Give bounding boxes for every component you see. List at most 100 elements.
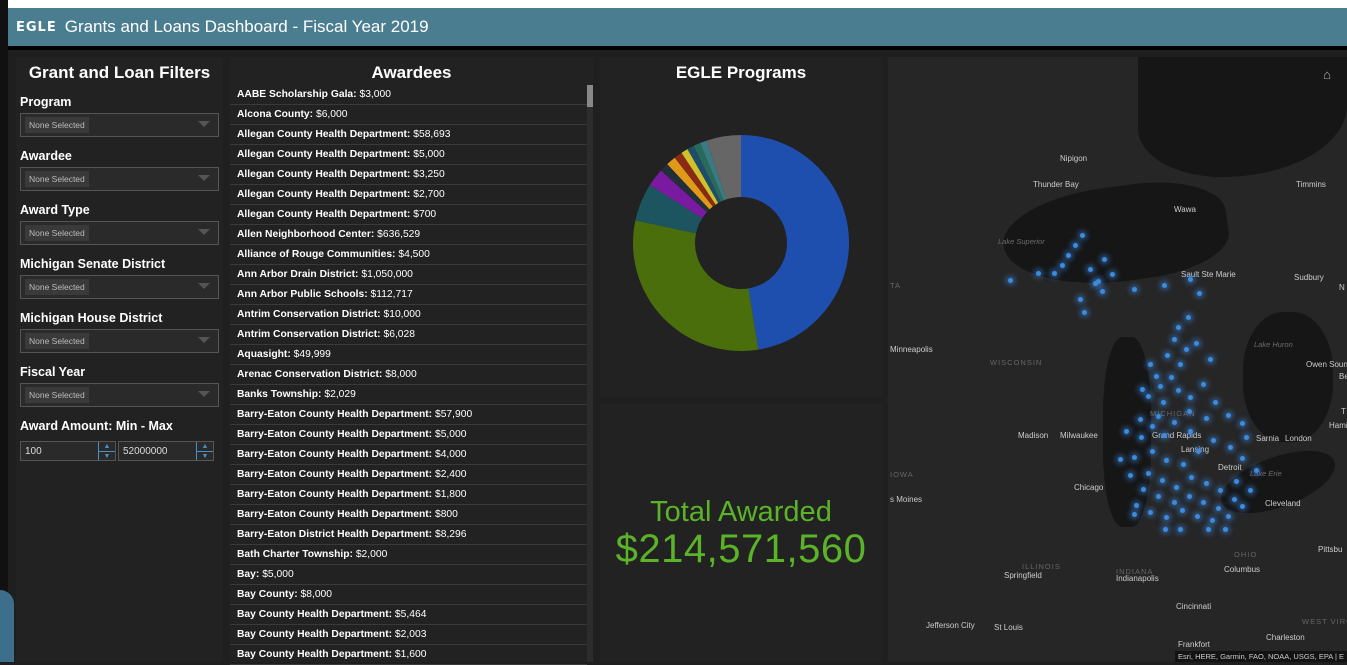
awardee-row[interactable]: Barry-Eaton County Health Department: $1… [230,485,587,505]
spin-up-icon[interactable]: ▲ [197,442,213,452]
awardee-row[interactable]: Allen Neighborhood Center: $636,529 [230,225,587,245]
map-award-point[interactable] [1234,479,1239,484]
awardees-scroll-thumb[interactable] [587,85,593,107]
awardee-row[interactable]: Ann Arbor Drain District: $1,050,000 [230,265,587,285]
map-award-point[interactable] [1174,485,1179,490]
map-award-point[interactable] [1197,291,1202,296]
map-award-point[interactable] [1124,429,1129,434]
map-award-point[interactable] [1161,400,1166,405]
home-icon[interactable]: ⌂ [1323,67,1331,82]
spin-down-icon[interactable]: ▼ [197,452,213,461]
awardee-row[interactable]: Antrim Conservation District: $6,028 [230,325,587,345]
awardee-row[interactable]: Barry-Eaton County Health Department: $5… [230,405,587,425]
map-award-point[interactable] [1248,488,1253,493]
map-award-point[interactable] [1204,416,1209,421]
map-award-point[interactable] [1188,395,1193,400]
awardee-row[interactable]: Allegan County Health Department: $58,69… [230,125,587,145]
map-award-point[interactable] [1100,289,1105,294]
donut-slice[interactable] [741,135,849,350]
awardee-row[interactable]: Bay County Health Department: $1,600 [230,645,587,665]
map-award-point[interactable] [1213,400,1218,405]
awardee-row[interactable]: Barry-Eaton County Health Department: $4… [230,445,587,465]
map-award-point[interactable] [1180,508,1185,513]
map-award-point[interactable] [1102,257,1107,262]
awardee-row[interactable]: Barry-Eaton District Health Department: … [230,525,587,545]
awardee-row[interactable]: Ann Arbor Public Schools: $112,717 [230,285,587,305]
map-award-point[interactable] [1176,325,1181,330]
map-award-point[interactable] [1232,497,1237,502]
spin-up-icon[interactable]: ▲ [99,442,115,452]
awardee-row[interactable]: Barry-Eaton County Health Department: $2… [230,465,587,485]
map-award-point[interactable] [1178,362,1183,367]
awardee-row[interactable]: Antrim Conservation District: $10,000 [230,305,587,325]
min-amount-input[interactable]: 100 ▲ ▼ [20,441,116,461]
map-award-point[interactable] [1176,388,1181,393]
map-award-point[interactable] [1184,347,1189,352]
map-award-point[interactable] [1172,420,1177,425]
awardee-row[interactable]: Alcona County: $6,000 [230,105,587,125]
map-award-point[interactable] [1138,417,1143,422]
house-district-select[interactable]: None Selected [20,329,219,353]
award-type-select[interactable]: None Selected [20,221,219,245]
map-award-point[interactable] [1228,445,1233,450]
map-award-point[interactable] [1132,455,1137,460]
map-award-point[interactable] [1254,468,1259,473]
map-award-point[interactable] [1201,382,1206,387]
map-award-point[interactable] [1134,503,1139,508]
map-award-point[interactable] [1172,500,1177,505]
map-award-point[interactable] [1186,315,1191,320]
map-award-point[interactable] [1181,462,1186,467]
map-award-point[interactable] [1160,478,1165,483]
map-award-point[interactable] [1187,494,1192,499]
max-amount-spinner[interactable]: ▲ ▼ [196,442,213,460]
map-award-point[interactable] [1093,281,1098,286]
map-award-point[interactable] [1226,514,1231,519]
spin-down-icon[interactable]: ▼ [99,452,115,461]
map-award-point[interactable] [1164,515,1169,520]
awardees-scrollbar[interactable] [587,85,593,662]
map-award-point[interactable] [1036,271,1041,276]
donut-slice[interactable] [633,220,759,351]
awardee-row[interactable]: Allegan County Health Department: $2,700 [230,185,587,205]
map-award-point[interactable] [1223,527,1228,532]
map-award-point[interactable] [1165,353,1170,358]
map-award-point[interactable] [1196,449,1201,454]
map-award-point[interactable] [1188,429,1193,434]
awardee-select[interactable]: None Selected [20,167,219,191]
map-award-point[interactable] [1188,277,1193,282]
map-award-point[interactable] [1078,297,1083,302]
map-award-point[interactable] [1060,263,1065,268]
map-award-point[interactable] [1158,384,1163,389]
map-award-point[interactable] [1194,341,1199,346]
awardee-row[interactable]: Aquasight: $49,999 [230,345,587,365]
map-award-point[interactable] [1052,271,1057,276]
map-award-point[interactable] [1150,449,1155,454]
map-award-point[interactable] [1148,510,1153,515]
map-award-point[interactable] [1139,435,1144,440]
map-award-point[interactable] [1211,438,1216,443]
map-award-point[interactable] [1088,267,1093,272]
map-award-point[interactable] [1163,527,1168,532]
max-amount-input[interactable]: 52000000 ▲ ▼ [118,441,214,461]
map-award-point[interactable] [1208,357,1213,362]
map-award-point[interactable] [1140,387,1145,392]
awardee-row[interactable]: Allegan County Health Department: $3,250 [230,165,587,185]
map-award-point[interactable] [1189,475,1194,480]
map-award-point[interactable] [1080,233,1085,238]
map-award-point[interactable] [1156,494,1161,499]
awardee-row[interactable]: Bath Charter Township: $2,000 [230,545,587,565]
awardee-row[interactable]: Barry-Eaton County Health Department: $5… [230,425,587,445]
map-award-point[interactable] [1206,527,1211,532]
fiscal-year-select[interactable]: None Selected [20,383,219,407]
awardee-row[interactable]: Allegan County Health Department: $700 [230,205,587,225]
map-award-point[interactable] [1240,456,1245,461]
map-award-point[interactable] [1216,506,1221,511]
map-award-point[interactable] [1118,457,1123,462]
map-award-point[interactable] [1146,471,1151,476]
awards-map[interactable]: ⌂ Nipigon Thunder Bay Timmins Wawa Lake … [888,57,1347,662]
awardee-row[interactable]: Bay County Health Department: $5,464 [230,605,587,625]
map-award-point[interactable] [1082,310,1087,315]
map-award-point[interactable] [1244,435,1249,440]
awardee-row[interactable]: AABE Scholarship Gala: $3,000 [230,85,587,105]
map-award-point[interactable] [1156,414,1161,419]
